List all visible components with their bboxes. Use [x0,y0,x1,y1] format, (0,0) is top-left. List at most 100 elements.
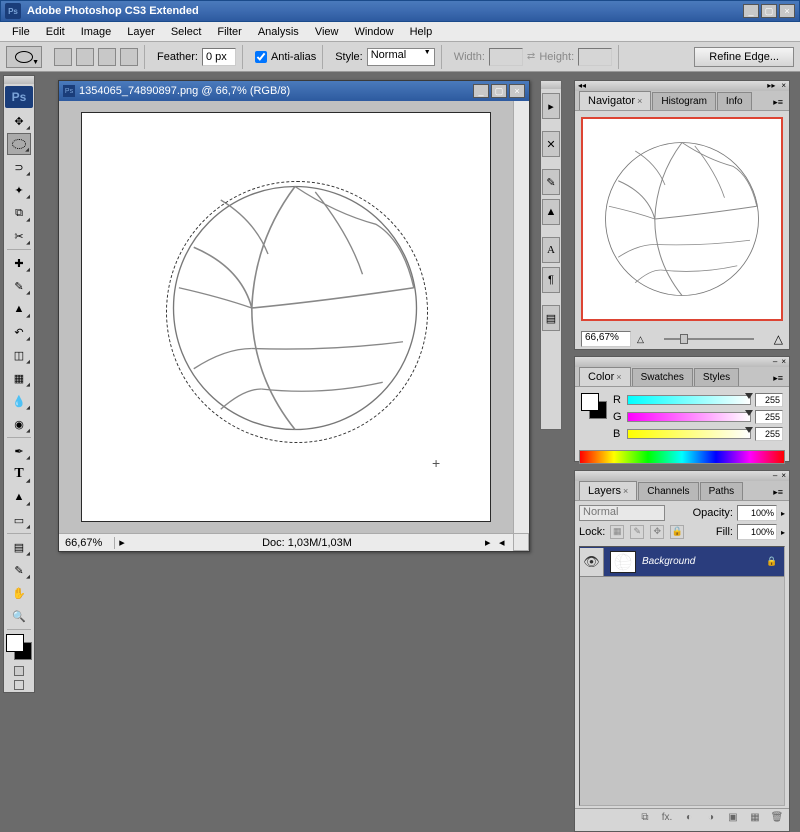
menu-view[interactable]: View [307,24,347,40]
tab-navigator[interactable]: Navigator× [579,91,651,110]
lock-pixels-icon[interactable]: ✎ [630,525,644,539]
dock-paragraph-icon[interactable]: ¶ [542,267,560,293]
marquee-tool[interactable]: ◢ [7,133,31,155]
menu-filter[interactable]: Filter [209,24,249,40]
panel-close-icon[interactable]: × [781,471,786,481]
tool-preset-picker[interactable]: ▼ [6,46,42,68]
close-button[interactable]: × [779,4,795,18]
shape-tool[interactable]: ▭◢ [7,509,31,531]
fg-swatch[interactable] [581,393,599,411]
dock-expand-button[interactable]: ▸ [542,93,560,119]
menu-select[interactable]: Select [163,24,210,40]
zoom-in-icon[interactable]: △ [774,332,783,346]
selection-add-button[interactable] [76,48,94,66]
selection-subtract-button[interactable] [98,48,116,66]
tab-swatches[interactable]: Swatches [632,368,693,386]
selection-intersect-button[interactable] [120,48,138,66]
new-group-icon[interactable]: ▣ [725,812,741,826]
wand-tool[interactable]: ✦◢ [7,179,31,201]
doc-minimize-button[interactable]: _ [473,84,489,98]
document-titlebar[interactable]: Ps 1354065_74890897.png @ 66,7% (RGB/8) … [59,81,529,101]
doc-close-button[interactable]: × [509,84,525,98]
menu-edit[interactable]: Edit [38,24,73,40]
feather-input[interactable] [202,48,236,66]
stamp-tool[interactable]: ▲◢ [7,298,31,320]
layer-thumbnail[interactable] [610,551,636,573]
opacity-input[interactable] [737,505,777,521]
dock-tools-icon[interactable]: ✕ [542,131,560,157]
zoom-field[interactable]: 66,67% [59,537,115,549]
quickmask-button[interactable] [14,666,24,676]
panel-header[interactable]: –× [575,357,789,367]
menu-file[interactable]: File [4,24,38,40]
panel-header[interactable]: –× [575,471,789,481]
panel-close-icon[interactable]: × [781,81,786,91]
zoom-out-icon[interactable]: △ [637,334,644,345]
g-input[interactable] [755,410,783,424]
panel-menu-icon[interactable]: ▸≡ [771,95,785,110]
menu-analysis[interactable]: Analysis [250,24,307,40]
color-swatch-mini[interactable] [581,393,607,419]
layer-style-icon[interactable]: fx. [659,812,675,826]
panel-menu-icon[interactable]: ▸≡ [771,371,785,386]
path-selection-tool[interactable]: ▲◢ [7,486,31,508]
type-tool[interactable]: T◢ [7,463,31,485]
navigator-zoom-field[interactable]: 66,67% [581,331,631,347]
refine-edge-button[interactable]: Refine Edge... [694,47,794,67]
tab-channels[interactable]: Channels [638,482,698,500]
notes-tool[interactable]: ▤◢ [7,536,31,558]
panel-minimize-icon[interactable]: – [773,471,777,481]
tab-info[interactable]: Info [717,92,752,110]
tab-color[interactable]: Color× [579,367,631,386]
navigator-preview[interactable] [581,117,783,321]
canvas[interactable]: + [81,112,491,522]
r-input[interactable] [755,393,783,407]
style-select[interactable]: Normal▼ [367,48,435,66]
dock-character-icon[interactable]: A [542,237,560,263]
dock-clone-icon[interactable]: ▲ [542,199,560,225]
menu-window[interactable]: Window [346,24,401,40]
blend-mode-select[interactable]: Normal [579,505,665,521]
tab-layers[interactable]: Layers× [579,481,637,500]
history-brush-tool[interactable]: ↶◢ [7,321,31,343]
dock-gripper[interactable] [541,81,561,89]
canvas-area[interactable]: + [59,101,513,533]
pen-tool[interactable]: ✒◢ [7,440,31,462]
dodge-tool[interactable]: ◉◢ [7,413,31,435]
zoom-tool[interactable]: 🔍 [7,605,31,627]
g-slider[interactable] [627,412,751,422]
dock-layercomps-icon[interactable]: ▤ [542,305,560,331]
gradient-tool[interactable]: ▦◢ [7,367,31,389]
panel-header[interactable]: ◂◂▸▸× [575,81,789,91]
slice-tool[interactable]: ✂◢ [7,225,31,247]
tab-histogram[interactable]: Histogram [652,92,716,110]
eraser-tool[interactable]: ◫◢ [7,344,31,366]
lock-transparency-icon[interactable]: ▦ [610,525,624,539]
vertical-scrollbar[interactable] [513,101,529,533]
panel-menu-icon[interactable]: ▸≡ [771,485,785,500]
selection-new-button[interactable] [54,48,72,66]
menu-layer[interactable]: Layer [119,24,163,40]
brush-tool[interactable]: ✎◢ [7,275,31,297]
lasso-tool[interactable]: ⊃◢ [7,156,31,178]
tab-styles[interactable]: Styles [694,368,739,386]
panel-minimize-icon[interactable]: – [773,357,777,367]
tab-paths[interactable]: Paths [700,482,744,500]
adjustment-layer-icon[interactable]: ◑ [703,812,719,826]
b-slider[interactable] [627,429,751,439]
lock-position-icon[interactable]: ✥ [650,525,664,539]
r-slider[interactable] [627,395,751,405]
visibility-toggle[interactable]: 👁 [580,548,604,576]
menu-help[interactable]: Help [402,24,441,40]
foreground-color[interactable] [6,634,24,652]
blur-tool[interactable]: 💧◢ [7,390,31,412]
panel-close-icon[interactable]: × [781,357,786,367]
antialias-checkbox[interactable] [255,51,267,63]
minimize-button[interactable]: _ [743,4,759,18]
hand-tool[interactable]: ✋ [7,582,31,604]
fill-input[interactable] [737,524,777,540]
color-swatch[interactable] [6,634,32,660]
color-spectrum[interactable] [579,450,785,464]
screen-mode-button[interactable] [14,680,24,690]
b-input[interactable] [755,427,783,441]
